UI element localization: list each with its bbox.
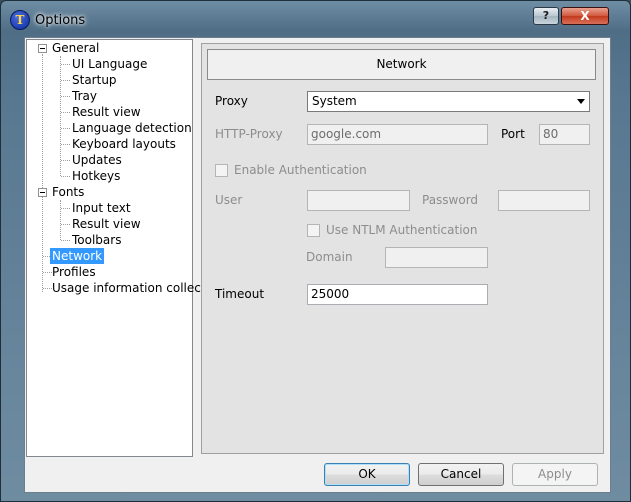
http-proxy-input[interactable]: google.com: [307, 124, 488, 145]
options-window: T Options ? X General UI Language Startu…: [0, 0, 631, 502]
tree-branch: [61, 128, 70, 129]
title-bar[interactable]: T Options ? X: [1, 1, 630, 37]
tree-item-startup[interactable]: Startup: [70, 72, 119, 88]
proxy-select-value: System: [312, 94, 357, 108]
options-tree[interactable]: General UI Language Startup Tray Result …: [26, 39, 224, 457]
app-logo-icon: T: [10, 10, 30, 30]
password-input[interactable]: [498, 190, 590, 211]
ok-button[interactable]: OK: [324, 463, 410, 486]
user-input[interactable]: [307, 190, 410, 211]
user-label: User: [215, 193, 243, 207]
tree-branch: [61, 176, 70, 177]
tree-item-profiles[interactable]: Profiles: [50, 264, 98, 280]
tree-item-fonts[interactable]: Fonts: [50, 184, 86, 200]
password-label: Password: [422, 193, 479, 207]
ntlm-authentication-label: Use NTLM Authentication: [326, 223, 478, 237]
timeout-label: Timeout: [215, 287, 265, 301]
tree-item-network[interactable]: Network: [50, 248, 105, 264]
tree-item-ui-language[interactable]: UI Language: [70, 56, 149, 72]
window-title: Options: [35, 13, 86, 28]
collapse-general-icon[interactable]: [38, 44, 47, 53]
tree-branch: [61, 144, 70, 145]
port-label: Port: [501, 127, 525, 141]
tree-branch: [61, 224, 70, 225]
tree-item-updates[interactable]: Updates: [70, 152, 124, 168]
proxy-select[interactable]: System: [307, 91, 590, 112]
tree-general-line: [60, 56, 61, 176]
close-button[interactable]: X: [561, 7, 609, 25]
tree-item-language-detection[interactable]: Language detection: [70, 120, 194, 136]
cancel-button[interactable]: Cancel: [418, 463, 504, 486]
tree-item-keyboard-layouts[interactable]: Keyboard layouts: [70, 136, 178, 152]
tree-item-hotkeys[interactable]: Hotkeys: [70, 168, 122, 184]
port-input[interactable]: 80: [539, 124, 590, 145]
tree-branch: [61, 208, 70, 209]
enable-authentication-label: Enable Authentication: [234, 163, 367, 177]
enable-authentication-checkbox[interactable]: [215, 164, 228, 177]
dropdown-arrow-icon: [577, 99, 585, 104]
dialog-client-area: General UI Language Startup Tray Result …: [24, 37, 611, 493]
tree-item-input-text[interactable]: Input text: [70, 200, 133, 216]
tree-item-result-view[interactable]: Result view: [70, 104, 143, 120]
tree-branch: [61, 160, 70, 161]
ntlm-authentication-checkbox[interactable]: [307, 224, 320, 237]
domain-label: Domain: [306, 250, 353, 264]
tree-branch: [61, 64, 70, 65]
tree-branch: [61, 80, 70, 81]
help-button[interactable]: ?: [533, 7, 559, 25]
apply-button[interactable]: Apply: [512, 463, 598, 486]
domain-input[interactable]: [385, 247, 488, 268]
panel-header: Network: [207, 49, 596, 80]
tree-item-toolbars[interactable]: Toolbars: [70, 232, 123, 248]
collapse-fonts-icon[interactable]: [38, 188, 47, 197]
tree-item-tray[interactable]: Tray: [70, 88, 99, 104]
tree-branch: [61, 96, 70, 97]
http-proxy-label: HTTP-Proxy: [215, 127, 283, 141]
tree-item-usage-information[interactable]: Usage information collecting: [50, 280, 226, 296]
tree-branch: [61, 240, 70, 241]
tree-branch: [61, 112, 70, 113]
network-settings-panel: Network Proxy System HTTP-Proxy google.c…: [201, 43, 604, 454]
tree-item-fonts-result-view[interactable]: Result view: [70, 216, 143, 232]
timeout-input[interactable]: 25000: [307, 284, 488, 305]
proxy-label: Proxy: [215, 94, 248, 108]
tree-fonts-line: [60, 200, 61, 240]
tree-item-general[interactable]: General: [50, 40, 101, 56]
